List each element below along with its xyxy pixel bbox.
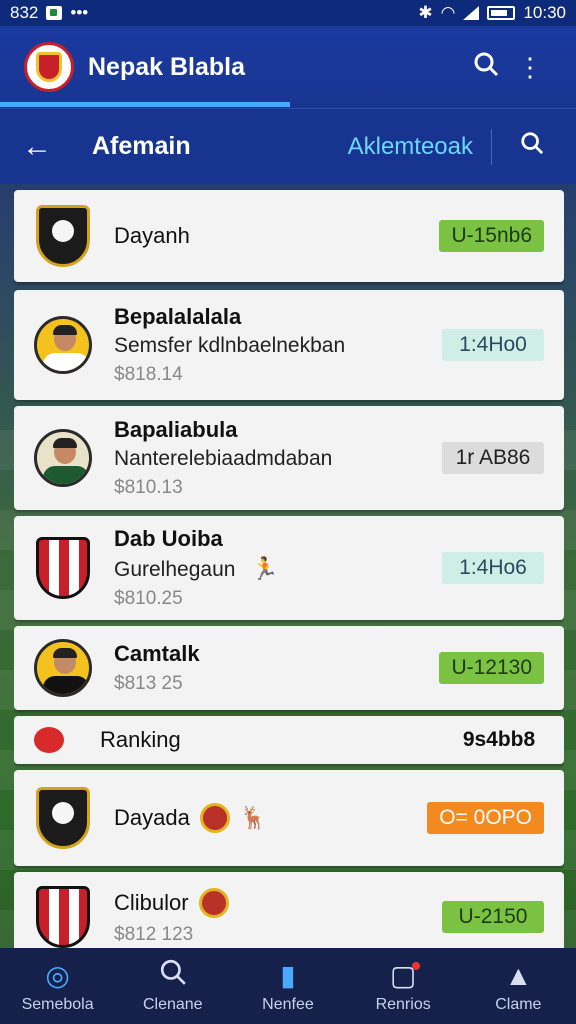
- list-item[interactable]: Dab Uoiba Gurelhegaun 🏃 $810.25 1:4Ho6: [14, 516, 564, 620]
- list-item-price: $812 123: [114, 924, 194, 945]
- search-icon: [118, 958, 228, 994]
- app-title: Nepak Blabla: [88, 52, 246, 81]
- list-item-text: Bapaliabula Nanterelebiaadmdaban $810.13: [114, 417, 442, 499]
- list-item-text: Dayada 🦌: [114, 803, 427, 833]
- more-notifications-icon: •••: [70, 3, 89, 22]
- list-item[interactable]: Clibulor $812 123 U-2150: [14, 872, 564, 948]
- bookmark-icon: ▮: [280, 960, 296, 991]
- list-item-name: Camtalk: [114, 641, 200, 666]
- list-item-name: Clibulor: [114, 890, 189, 915]
- app-bar: Nepak Blabla ⋮: [0, 26, 576, 108]
- nav-label: Renrios: [375, 996, 431, 1013]
- status-time: 10:30: [523, 3, 566, 22]
- list-item-desc: Gurelhegaun 🏃: [114, 556, 442, 582]
- header-divider: [491, 128, 492, 165]
- status-badge: U-15nb6: [439, 220, 544, 252]
- ranking-icon: [34, 727, 64, 753]
- nav-item-inbox[interactable]: ▢ Renrios: [348, 958, 458, 1014]
- mascot-icon: 🦌: [239, 805, 268, 830]
- status-badge: 1r AB86: [442, 442, 544, 474]
- page-title: Afemain: [92, 132, 191, 160]
- list-item-name: Bepalalalala: [114, 304, 242, 329]
- nav-label: Clenane: [142, 996, 203, 1013]
- status-badge: U-2150: [442, 901, 544, 933]
- football-icon: ◎: [45, 960, 70, 991]
- search-icon[interactable]: [510, 131, 554, 162]
- ranking-text: Ranking: [100, 727, 442, 753]
- list-item[interactable]: Dayanh U-15nb6: [14, 190, 564, 282]
- header-link[interactable]: Aklemteoak: [348, 133, 473, 161]
- nav-item-bookmark[interactable]: ▮ Nenfee: [233, 958, 343, 1014]
- back-arrow-icon[interactable]: ←: [22, 130, 62, 164]
- status-badge: 1:4Ho0: [442, 329, 544, 361]
- battery-icon: [487, 6, 516, 20]
- status-right: ✱ ◠ 10:30: [418, 3, 566, 23]
- club-crest-icon: [34, 885, 92, 948]
- list-item-text: Bepalalalala Semsfer kdlnbaelnekban $818…: [114, 304, 442, 386]
- trophy-icon: ▲: [504, 960, 533, 991]
- ranking-header[interactable]: Ranking 9s4bb8: [14, 716, 564, 764]
- list-item[interactable]: Camtalk $813 25 U-12130: [14, 626, 564, 710]
- list-item-price: $818.14: [114, 364, 183, 385]
- sub-bar: ← Afemain Aklemteoak: [0, 108, 576, 184]
- list-item-price: $810.25: [114, 588, 183, 609]
- nav-label: Semebola: [21, 996, 94, 1013]
- club-crest-icon: [34, 204, 92, 268]
- notification-icon: [46, 6, 63, 20]
- app-logo: [24, 42, 74, 92]
- nav-label: Clame: [495, 996, 542, 1013]
- player-figure-icon: 🏃: [251, 556, 279, 581]
- more-options-icon[interactable]: ⋮: [508, 52, 552, 83]
- nav-label: Nenfee: [262, 996, 314, 1013]
- club-crest-icon: [34, 536, 92, 600]
- status-bar: 832 ••• ✱ ◠ 10:30: [0, 0, 576, 26]
- ranking-label: Ranking: [100, 727, 181, 752]
- player-avatar: [34, 426, 92, 490]
- list-item-name: Dab Uoiba: [114, 526, 223, 551]
- loading-progress-strip: [0, 102, 290, 107]
- list-item[interactable]: Bapaliabula Nanterelebiaadmdaban $810.13…: [14, 406, 564, 510]
- list-item-name: Dayanh: [114, 223, 190, 248]
- list-item-text: Clibulor $812 123: [114, 888, 442, 946]
- inbox-icon: ▢: [348, 958, 458, 994]
- list-item-text: Dab Uoiba Gurelhegaun 🏃 $810.25: [114, 526, 442, 610]
- player-avatar: [34, 636, 92, 700]
- status-badge: U-12130: [439, 652, 544, 684]
- bluetooth-icon: ✱: [418, 3, 433, 22]
- list-item[interactable]: Dayada 🦌 O= 0OPO: [14, 770, 564, 866]
- status-left-text: 832: [10, 3, 39, 22]
- nav-item-home[interactable]: ◎ Semebola: [3, 958, 113, 1014]
- list-item-desc-text: Gurelhegaun: [114, 558, 236, 581]
- club-crest-icon: [34, 786, 92, 850]
- list-item-name: Dayada: [114, 805, 190, 830]
- nav-item-trophy[interactable]: ▲ Clame: [463, 958, 573, 1014]
- nav-item-search[interactable]: Clenane: [118, 958, 228, 1014]
- club-badge-icon: [199, 803, 230, 833]
- list-item-desc: Nanterelebiaadmdaban: [114, 447, 333, 470]
- status-badge: 1:4Ho6: [442, 552, 544, 584]
- list-item-price: $813 25: [114, 673, 183, 694]
- list-item-text: Camtalk $813 25: [114, 641, 439, 695]
- bottom-nav: ◎ Semebola Clenane ▮ Nenfee ▢ Renrios ▲ …: [0, 948, 576, 1024]
- wifi-icon: ◠: [440, 3, 456, 22]
- list-item-desc: Semsfer kdlnbaelnekban: [114, 334, 346, 357]
- player-avatar: [34, 313, 92, 377]
- notification-dot: [412, 962, 421, 970]
- club-badge-icon: [198, 888, 229, 918]
- list-item-text: Dayanh: [114, 223, 439, 249]
- signal-icon: [463, 6, 480, 20]
- ranking-value: 9s4bb8: [462, 728, 536, 751]
- list-item[interactable]: Bepalalalala Semsfer kdlnbaelnekban $818…: [14, 290, 564, 400]
- status-badge: O= 0OPO: [427, 802, 544, 834]
- list-item-name: Bapaliabula: [114, 417, 238, 442]
- status-left: 832 •••: [10, 3, 88, 23]
- list-item-title-row: Clibulor: [114, 888, 442, 918]
- search-icon[interactable]: [464, 51, 508, 84]
- list-item-price: $810.13: [114, 477, 183, 498]
- player-list: Dayanh U-15nb6 Bepalalalala Semsfer kdln…: [14, 186, 564, 948]
